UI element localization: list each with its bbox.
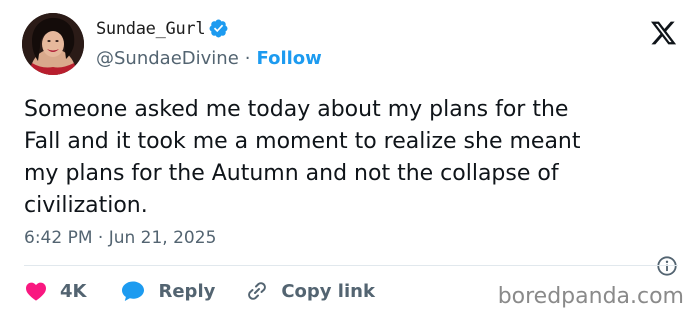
- tweet-line: civilization.: [24, 193, 148, 218]
- like-count: 4K: [60, 280, 87, 302]
- copy-link-button[interactable]: Copy link: [245, 279, 375, 303]
- follow-button[interactable]: Follow: [257, 48, 322, 69]
- author-name-row: Sundae_Gurl: [96, 18, 229, 39]
- tweet-text: Someone asked me today about my plans fo…: [24, 94, 684, 222]
- handle-row: @SundaeDivine · Follow: [96, 48, 322, 69]
- like-button[interactable]: 4K: [24, 279, 120, 303]
- divider: [24, 265, 678, 266]
- tweet-line: my plans for the Autumn and not the coll…: [24, 161, 559, 186]
- link-icon: [248, 282, 267, 300]
- heart-icon: [26, 282, 46, 301]
- author-handle[interactable]: @SundaeDivine: [96, 48, 239, 69]
- action-bar: 4K Reply Copy link: [24, 277, 375, 305]
- tweet-line: Fall and it took me a moment to realize …: [24, 129, 581, 154]
- copy-link-label: Copy link: [281, 280, 375, 302]
- display-name[interactable]: Sundae_Gurl: [96, 19, 206, 39]
- tweet-line: Someone asked me today about my plans fo…: [24, 97, 569, 122]
- info-icon[interactable]: [656, 255, 678, 277]
- tweet-timestamp[interactable]: 6:42 PM · Jun 21, 2025: [24, 228, 216, 248]
- reply-bubble-icon: [122, 281, 145, 301]
- reply-button[interactable]: Reply: [120, 279, 245, 303]
- verified-badge-icon: [209, 19, 228, 38]
- watermark: boredpanda.com: [497, 284, 684, 309]
- separator-dot: ·: [244, 48, 251, 69]
- reply-label: Reply: [158, 280, 216, 302]
- avatar[interactable]: [22, 13, 84, 75]
- x-logo-icon[interactable]: [649, 19, 678, 47]
